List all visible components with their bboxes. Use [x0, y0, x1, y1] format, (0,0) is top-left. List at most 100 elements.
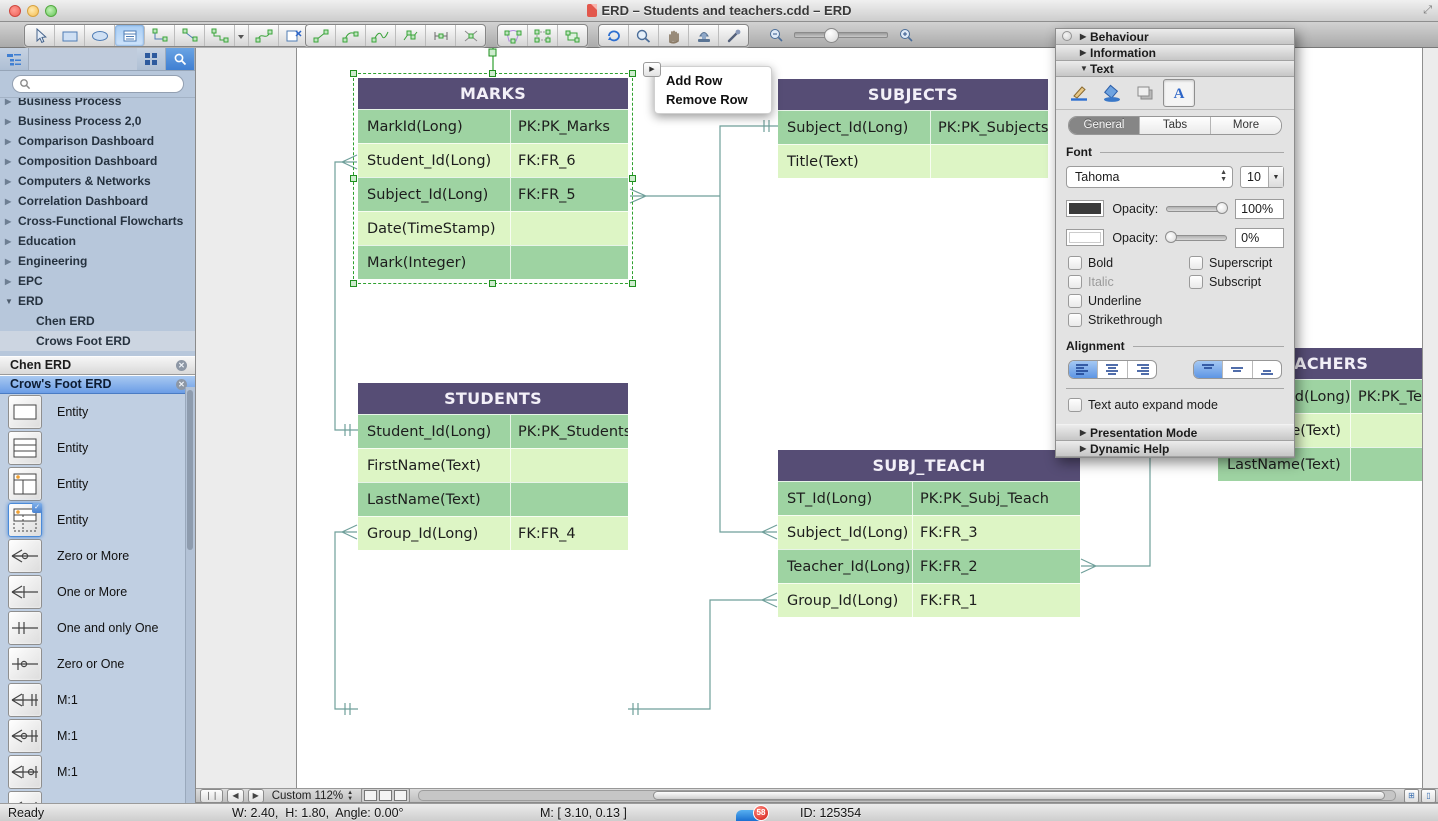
split-view-icon[interactable]: ⊞	[1404, 789, 1419, 803]
table-row[interactable]: Title(Text)	[778, 144, 1048, 178]
page-thumbnail[interactable]	[379, 790, 392, 801]
selection-handle[interactable]	[489, 70, 496, 77]
context-menu-launcher-button[interactable]: ▶	[643, 62, 661, 77]
fullscreen-icon[interactable]: ⤢	[1423, 4, 1432, 17]
underline-checkbox[interactable]: Underline	[1068, 294, 1142, 308]
subscript-checkbox[interactable]: Subscript	[1189, 275, 1261, 289]
background-opacity-slider[interactable]	[1166, 235, 1227, 241]
selection-handle[interactable]	[489, 280, 496, 287]
shape-item-m1-b[interactable]: M:1	[0, 718, 195, 754]
selection-handle[interactable]	[350, 280, 357, 287]
table-row[interactable]: ST_Id(Long)PK:PK_Subj_Teach	[778, 481, 1080, 515]
rectangle-tool[interactable]	[55, 25, 85, 46]
table-row[interactable]: Subject_Id(Long)PK:PK_Subjects	[778, 110, 1048, 144]
shape-item-zero-or-more[interactable]: Zero or More	[0, 538, 195, 574]
zero-or-one-icon[interactable]	[8, 647, 42, 681]
zoom-level-label[interactable]: Custom 112%	[272, 790, 343, 802]
stroke-format-icon[interactable]	[1064, 80, 1094, 106]
erd-table-subjects[interactable]: SUBJECTSSubject_Id(Long)PK:PK_SubjectsTi…	[778, 79, 1048, 178]
horizontal-scrollbar-thumb[interactable]	[653, 791, 1385, 800]
table-row[interactable]: Student_Id(Long)PK:PK_Students	[358, 414, 628, 448]
page-view-icon[interactable]: ▯	[1421, 789, 1436, 803]
align-bottom-button[interactable]	[1253, 361, 1281, 378]
erd-table-students[interactable]: STUDENTSStudent_Id(Long)PK:PK_StudentsFi…	[358, 383, 628, 550]
zoom-stepper[interactable]: ▲▼	[347, 790, 353, 802]
split-tool[interactable]	[456, 25, 485, 46]
shape-list-scrollbar-thumb[interactable]	[187, 390, 193, 550]
section-presentation-mode[interactable]: ▶ Presentation Mode	[1056, 424, 1294, 441]
shape-item-m1-c[interactable]: M:1	[0, 754, 195, 790]
selection-handle[interactable]	[350, 70, 357, 77]
library-item-business-process-2-0[interactable]: ▶Business Process 2,0	[0, 111, 195, 131]
background-opacity-value[interactable]: 0%	[1235, 228, 1284, 248]
text-color-swatch[interactable]	[1066, 200, 1104, 217]
stamp-tool[interactable]	[689, 25, 719, 46]
tab-more[interactable]: More	[1211, 117, 1281, 134]
library-item-epc[interactable]: ▶EPC	[0, 271, 195, 291]
m1-d-icon[interactable]	[8, 791, 42, 803]
group-edit-tool[interactable]	[528, 25, 558, 46]
table-row[interactable]: Mark(Integer)	[358, 245, 628, 279]
search-input[interactable]	[12, 75, 184, 93]
direct-connector[interactable]	[175, 25, 205, 46]
pause-pages-button[interactable]: ❘❘	[200, 789, 223, 803]
library-panel-crow-s-foot-erd[interactable]: Crow's Foot ERD✕	[0, 375, 195, 394]
table-row[interactable]: LastName(Text)	[358, 482, 628, 516]
page-thumbnail[interactable]	[364, 790, 377, 801]
bezier-tool[interactable]	[366, 25, 396, 46]
prev-page-button[interactable]: ◀	[227, 789, 243, 803]
selection-handle[interactable]	[629, 280, 636, 287]
search-view-icon[interactable]	[166, 48, 195, 70]
strikethrough-checkbox[interactable]: Strikethrough	[1068, 313, 1162, 327]
table-row[interactable]: FirstName(Text)	[358, 448, 628, 482]
text-opacity-slider[interactable]	[1166, 206, 1227, 212]
m1-b-icon[interactable]	[8, 719, 42, 753]
library-item-cross-functional-flowcharts[interactable]: ▶Cross-Functional Flowcharts	[0, 211, 195, 231]
page-thumbnail[interactable]	[394, 790, 407, 801]
background-color-swatch[interactable]	[1066, 229, 1104, 246]
font-size-select[interactable]: 10▼	[1240, 166, 1284, 188]
library-panel-chen-erd[interactable]: Chen ERD✕	[0, 356, 195, 375]
text-opacity-value[interactable]: 100%	[1235, 199, 1284, 219]
smart-connector-dropdown[interactable]	[235, 25, 249, 46]
align-right-button[interactable]	[1128, 361, 1156, 378]
bold-checkbox[interactable]: Bold	[1068, 256, 1113, 270]
m1-a-icon[interactable]	[8, 683, 42, 717]
table-row[interactable]: Group_Id(Long)FK:FR_1	[778, 583, 1080, 617]
line-tool[interactable]	[306, 25, 336, 46]
shape-item-m1-d[interactable]: M:1	[0, 790, 195, 803]
align-top-button[interactable]	[1194, 361, 1223, 378]
align-middle-button[interactable]	[1223, 361, 1252, 378]
library-item-chen-erd[interactable]: Chen ERD	[0, 311, 195, 331]
library-item-correlation-dashboard[interactable]: ▶Correlation Dashboard	[0, 191, 195, 211]
library-item-erd[interactable]: ▼ERD	[0, 291, 195, 311]
align-left-button[interactable]	[1069, 361, 1098, 378]
tab-general[interactable]: General	[1069, 117, 1140, 134]
text-auto-expand-checkbox[interactable]: Text auto expand mode	[1068, 398, 1218, 412]
table-row[interactable]: Subject_Id(Long)FK:FR_3	[778, 515, 1080, 549]
polyline-tool[interactable]	[396, 25, 426, 46]
section-text[interactable]: ▼ Text	[1056, 61, 1294, 77]
shape-item-entity-simple[interactable]: Entity	[0, 394, 195, 430]
library-item-business-process[interactable]: ▶Business Process	[0, 98, 195, 111]
ellipse-tool[interactable]	[85, 25, 115, 46]
tree-view-icon[interactable]	[0, 48, 29, 70]
selection-handle[interactable]	[629, 175, 636, 182]
m1-c-icon[interactable]	[8, 755, 42, 789]
text-format-icon[interactable]: A	[1163, 79, 1195, 107]
zoom-in-icon[interactable]	[898, 27, 914, 43]
horizontal-scrollbar[interactable]	[418, 790, 1396, 801]
table-row[interactable]: Teacher_Id(Long)FK:FR_2	[778, 549, 1080, 583]
context-menu-item-add-row[interactable]: Add Row	[655, 71, 771, 90]
library-item-composition-dashboard[interactable]: ▶Composition Dashboard	[0, 151, 195, 171]
selection-handle[interactable]	[629, 70, 636, 77]
superscript-checkbox[interactable]: Superscript	[1189, 256, 1272, 270]
zoom-out-icon[interactable]	[768, 27, 784, 43]
fill-format-icon[interactable]	[1097, 80, 1127, 106]
reshape-tool[interactable]	[498, 25, 528, 46]
italic-checkbox[interactable]: Italic	[1068, 275, 1114, 289]
entity-columns-icon[interactable]	[8, 467, 42, 501]
zero-or-more-icon[interactable]	[8, 539, 42, 573]
library-item-crows-foot-erd[interactable]: Crows Foot ERD	[0, 331, 195, 351]
eyedropper-tool[interactable]	[719, 25, 748, 46]
